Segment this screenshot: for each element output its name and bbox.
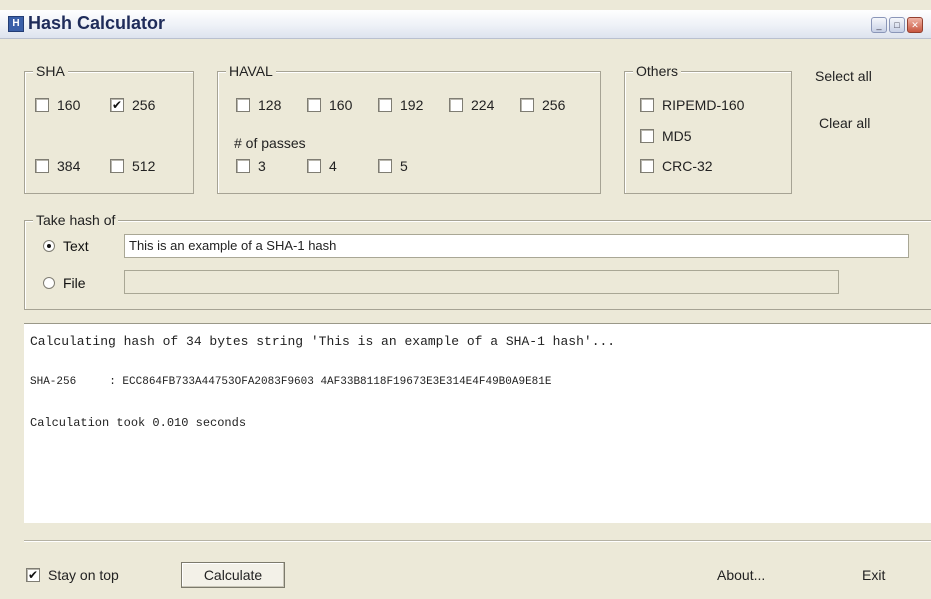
passes-3-label: 3	[258, 158, 266, 174]
output-line-calculating: Calculating hash of 34 bytes string 'Thi…	[30, 334, 616, 349]
checkbox-box[interactable]	[378, 98, 392, 112]
sha-legend: SHA	[33, 63, 68, 79]
window-title: Hash Calculator	[28, 13, 166, 33]
close-button[interactable]: ✕	[907, 17, 923, 33]
checkbox-box[interactable]	[378, 159, 392, 173]
haval-128-label: 128	[258, 97, 282, 113]
passes-label: # of passes	[234, 135, 306, 151]
sha-256-label: 256	[132, 97, 156, 113]
sha-256-checkbox[interactable]: 256	[110, 97, 155, 113]
sha-512-label: 512	[132, 158, 156, 174]
md5-label: MD5	[662, 128, 692, 144]
hash-calculator-window: H Hash Calculator _ □ ✕ SHA 160 256 384 …	[0, 0, 931, 599]
passes-4-label: 4	[329, 158, 337, 174]
checkbox-box[interactable]	[26, 568, 40, 582]
take-hash-legend: Take hash of	[33, 212, 119, 228]
select-all-button[interactable]: Select all	[815, 68, 872, 84]
checkbox-box[interactable]	[110, 159, 124, 173]
haval-160-checkbox[interactable]: 160	[307, 97, 352, 113]
ripemd160-label: RIPEMD-160	[662, 97, 745, 113]
title-bar[interactable]: H Hash Calculator _ □ ✕	[0, 10, 931, 39]
clear-all-button[interactable]: Clear all	[819, 115, 870, 131]
checkbox-box[interactable]	[35, 98, 49, 112]
haval-256-label: 256	[542, 97, 566, 113]
sha-160-checkbox[interactable]: 160	[35, 97, 80, 113]
about-button[interactable]: About...	[717, 567, 765, 583]
output-line-hash: SHA-256 : ECC864FB733A44753OFA2083F9603 …	[30, 376, 552, 388]
text-radio-label: Text	[63, 238, 89, 254]
crc32-checkbox[interactable]: CRC-32	[640, 158, 713, 174]
checkbox-box[interactable]	[640, 159, 654, 173]
text-radio[interactable]: Text	[43, 238, 89, 254]
passes-4-checkbox[interactable]: 4	[307, 158, 337, 174]
md5-checkbox[interactable]: MD5	[640, 128, 692, 144]
passes-5-label: 5	[400, 158, 408, 174]
checkbox-box[interactable]	[640, 98, 654, 112]
checkbox-box[interactable]	[110, 98, 124, 112]
checkbox-box[interactable]	[640, 129, 654, 143]
sha-384-label: 384	[57, 158, 81, 174]
haval-224-label: 224	[471, 97, 495, 113]
checkbox-box[interactable]	[236, 159, 250, 173]
minimize-button[interactable]: _	[871, 17, 887, 33]
file-radio[interactable]: File	[43, 275, 86, 291]
others-group: Others RIPEMD-160 MD5 CRC-32	[624, 63, 792, 194]
sha-160-label: 160	[57, 97, 81, 113]
crc32-label: CRC-32	[662, 158, 713, 174]
text-input[interactable]: This is an example of a SHA-1 hash	[124, 234, 909, 258]
haval-group: HAVAL 128 160 192 224 256 # of passes 3	[217, 63, 601, 194]
text-radio-dot[interactable]	[43, 240, 55, 252]
haval-192-checkbox[interactable]: 192	[378, 97, 423, 113]
file-radio-dot[interactable]	[43, 277, 55, 289]
checkbox-box[interactable]	[236, 98, 250, 112]
output-line-timing: Calculation took 0.010 seconds	[30, 416, 247, 430]
haval-160-label: 160	[329, 97, 353, 113]
output-panel[interactable]: Calculating hash of 34 bytes string 'Thi…	[24, 323, 931, 523]
app-icon: H	[8, 16, 24, 32]
calculate-button[interactable]: Calculate	[181, 562, 285, 588]
haval-224-checkbox[interactable]: 224	[449, 97, 494, 113]
checkbox-box[interactable]	[449, 98, 463, 112]
maximize-button[interactable]: □	[889, 17, 905, 33]
file-radio-label: File	[63, 275, 86, 291]
stay-on-top-label: Stay on top	[48, 567, 119, 583]
checkbox-box[interactable]	[307, 98, 321, 112]
checkbox-box[interactable]	[520, 98, 534, 112]
stay-on-top-checkbox[interactable]: Stay on top	[26, 567, 119, 583]
haval-192-label: 192	[400, 97, 424, 113]
passes-3-checkbox[interactable]: 3	[236, 158, 266, 174]
passes-5-checkbox[interactable]: 5	[378, 158, 408, 174]
sha-group: SHA 160 256 384 512	[24, 63, 194, 194]
sha-384-checkbox[interactable]: 384	[35, 158, 80, 174]
haval-128-checkbox[interactable]: 128	[236, 97, 281, 113]
ripemd160-checkbox[interactable]: RIPEMD-160	[640, 97, 744, 113]
file-path-input[interactable]	[124, 270, 839, 294]
checkbox-box[interactable]	[35, 159, 49, 173]
others-legend: Others	[633, 63, 682, 79]
checkbox-box[interactable]	[307, 159, 321, 173]
haval-256-checkbox[interactable]: 256	[520, 97, 565, 113]
haval-legend: HAVAL	[226, 63, 276, 79]
sha-512-checkbox[interactable]: 512	[110, 158, 155, 174]
footer-divider	[24, 540, 931, 542]
exit-button[interactable]: Exit	[862, 567, 885, 583]
